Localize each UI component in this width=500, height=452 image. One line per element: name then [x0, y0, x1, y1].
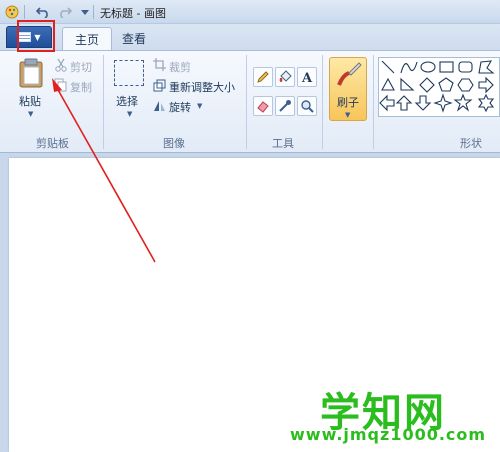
watermark-url: www.jmqz1000.com [290, 425, 487, 444]
paste-button-label[interactable]: 粘贴 [19, 93, 41, 109]
select-dropdown-icon[interactable]: ▼ [127, 110, 132, 118]
copy-icon [54, 78, 68, 92]
tools-group-label: 工具 [272, 137, 294, 150]
customize-quick-access-icon[interactable] [76, 3, 94, 21]
triangle-shape-icon [381, 77, 395, 91]
document-icon [17, 32, 32, 42]
paint-menu-button[interactable]: ▼ [6, 26, 52, 48]
svg-text:A: A [301, 71, 313, 84]
rotate-button-label[interactable]: 旋转 [169, 99, 191, 115]
chevron-down-icon: ▼ [34, 32, 41, 42]
image-group-label: 图像 [163, 137, 185, 150]
window-title: 无标题 - 画图 [100, 7, 166, 20]
paint-app-icon[interactable] [3, 3, 21, 21]
rounded-rectangle-shape-icon [458, 61, 473, 73]
rotate-dropdown-icon[interactable]: ▼ [197, 102, 202, 110]
select-icon[interactable] [114, 60, 144, 86]
pentagon-shape-icon [438, 77, 454, 92]
crop-button-label[interactable]: 裁剪 [169, 59, 191, 75]
brush-icon [337, 62, 362, 86]
brushes-button[interactable]: 刷子 ▼ [329, 57, 367, 121]
rectangle-shape-icon [439, 61, 454, 73]
select-button-label[interactable]: 选择 [116, 93, 138, 109]
tab-home[interactable]: 主页 [62, 27, 113, 50]
arrow-left-shape-icon [379, 94, 395, 112]
resize-button-label[interactable]: 重新调整大小 [169, 79, 235, 95]
five-point-star-shape-icon [453, 93, 473, 112]
tab-view[interactable]: 查看 [110, 27, 158, 50]
shapes-group-label: 形状 [460, 137, 482, 150]
arrow-up-shape-icon [395, 95, 413, 111]
fill-bucket-icon[interactable] [275, 67, 295, 87]
six-point-star-shape-icon [477, 93, 495, 113]
pencil-icon[interactable] [253, 67, 273, 87]
right-triangle-shape-icon [400, 77, 415, 91]
four-point-star-shape-icon [433, 93, 453, 113]
arrow-down-shape-icon [414, 95, 432, 111]
brushes-label: 刷子 [337, 96, 359, 109]
polygon-shape-icon [478, 60, 495, 74]
curve-shape-icon [400, 61, 418, 74]
copy-button-label[interactable]: 复制 [70, 79, 92, 95]
color-picker-icon[interactable] [275, 96, 295, 116]
scissors-icon [54, 58, 68, 72]
redo-icon[interactable] [56, 3, 74, 21]
paste-icon[interactable] [17, 58, 45, 88]
title-bar: 无标题 - 画图 [0, 0, 500, 24]
rotate-icon [153, 99, 166, 112]
hexagon-shape-icon [457, 78, 474, 92]
shapes-gallery [378, 57, 500, 117]
clipboard-group-label: 剪贴板 [36, 137, 69, 150]
paste-dropdown-icon[interactable]: ▼ [28, 110, 33, 118]
cut-button-label[interactable]: 剪切 [70, 59, 92, 75]
text-tool-icon[interactable]: A [297, 67, 317, 87]
diamond-shape-icon [419, 77, 435, 93]
undo-icon[interactable] [34, 3, 52, 21]
magnifier-icon[interactable] [297, 96, 317, 116]
arrow-right-shape-icon [478, 76, 494, 94]
brushes-dropdown-icon: ▼ [345, 111, 351, 119]
paint-window: 无标题 - 画图 ▼ 主页 查看 粘贴 ▼ 剪切 复制 剪贴板 选择 ▼ 裁剪 … [0, 0, 500, 452]
resize-icon [153, 79, 166, 92]
crop-icon [153, 58, 166, 71]
oval-shape-icon [420, 61, 436, 73]
eraser-icon[interactable] [253, 96, 273, 116]
line-shape-icon [381, 60, 395, 74]
